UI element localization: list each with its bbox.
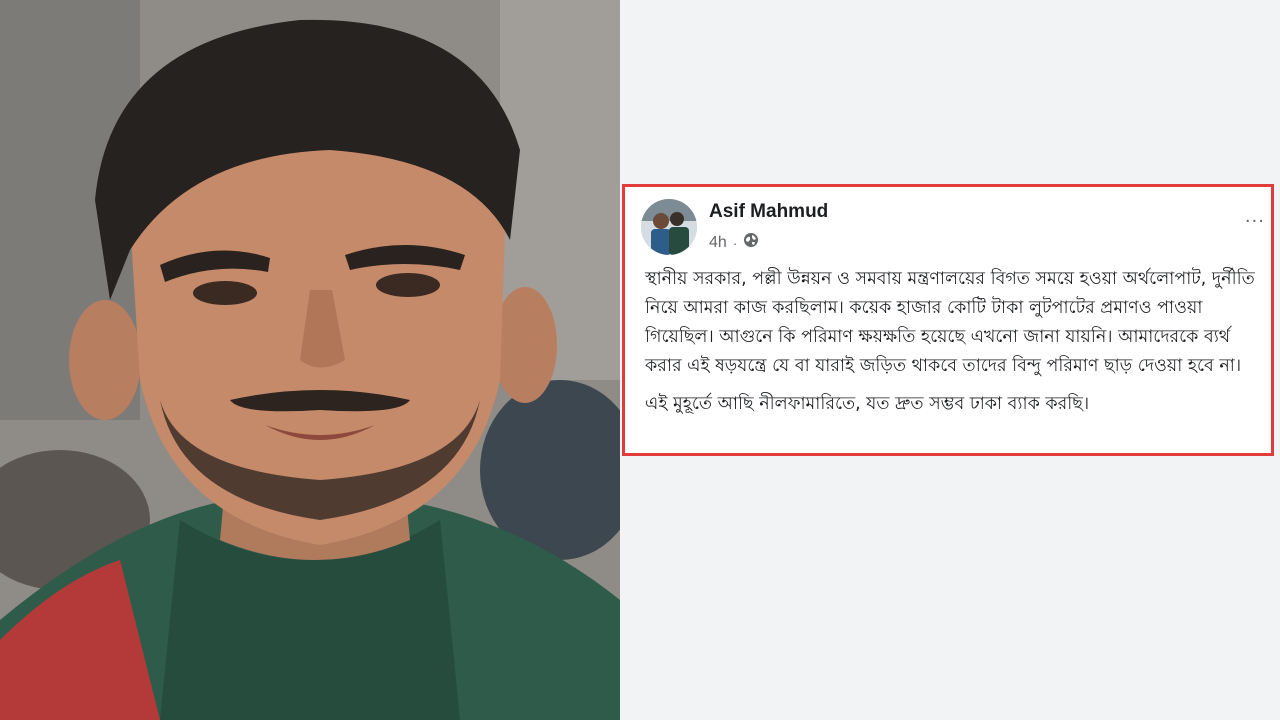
avatar-image (641, 199, 697, 255)
post-meta: 4h · (709, 232, 759, 253)
post-paragraph-1: স্থানীয় সরকার, পল্লী উন্নয়ন ও সমবায় ম… (645, 269, 1255, 376)
post-paragraph-2: এই মুহূর্তে আছি নীলফামারিতে, যত দ্রুত সম… (645, 394, 1090, 414)
more-options-button[interactable]: ··· (1245, 211, 1265, 232)
meta-separator: · (732, 234, 738, 251)
portrait-photo (0, 0, 620, 720)
author-name[interactable]: Asif Mahmud (709, 201, 828, 223)
globe-icon (743, 232, 759, 253)
post-time[interactable]: 4h (709, 234, 727, 252)
post-text: স্থানীয় সরকার, পল্লী উন্নয়ন ও সমবায় ম… (645, 265, 1255, 428)
author-avatar[interactable] (641, 199, 697, 255)
portrait-illustration (0, 0, 620, 720)
facebook-post-card: Asif Mahmud 4h · ··· স্থানীয় সরকার, পল্… (622, 184, 1274, 456)
composite-image: Asif Mahmud 4h · ··· স্থানীয় সরকার, পল্… (0, 0, 1280, 720)
